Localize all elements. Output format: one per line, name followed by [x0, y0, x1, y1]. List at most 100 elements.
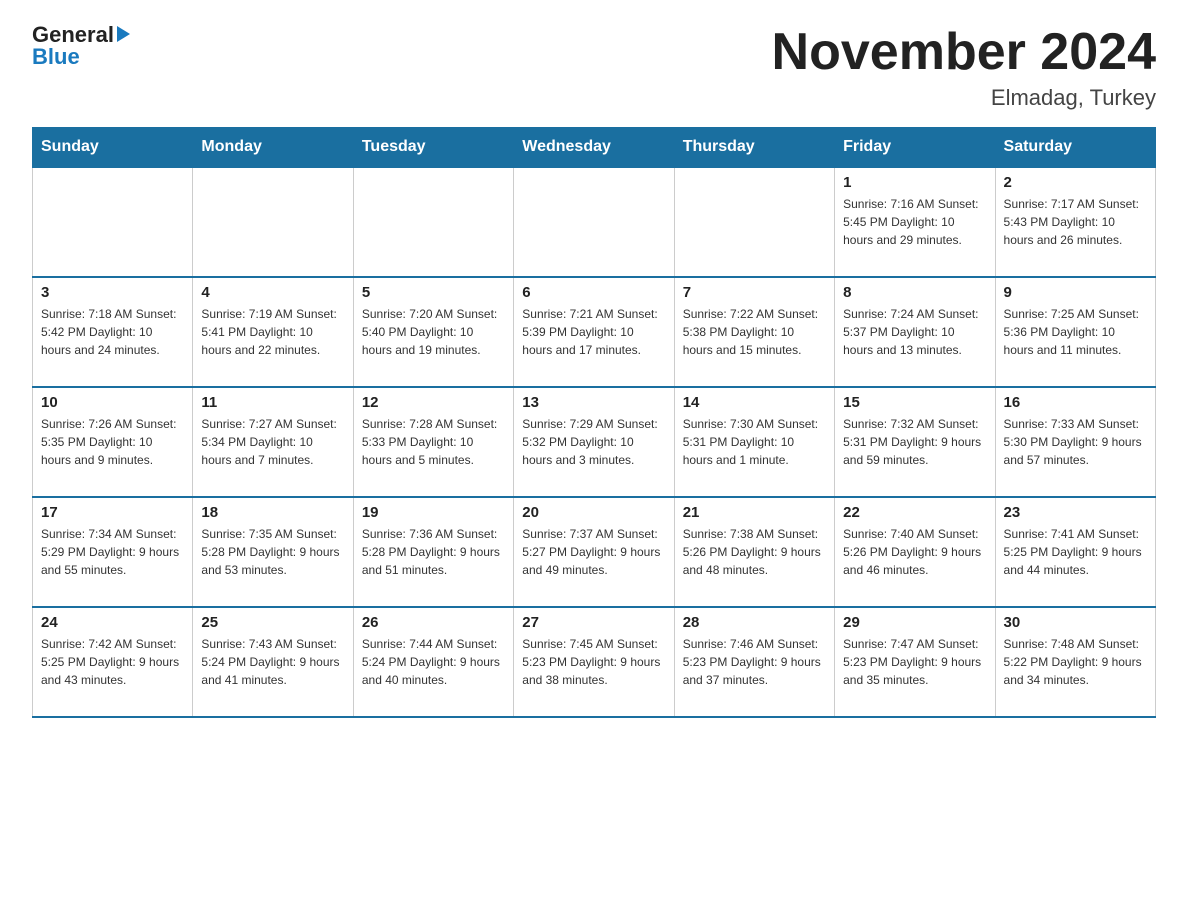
calendar-cell: 26Sunrise: 7:44 AM Sunset: 5:24 PM Dayli… — [353, 607, 513, 717]
calendar-cell: 15 Sunrise: 7:32 AM Sunset: 5:31 PM Dayli… — [835, 387, 995, 497]
calendar-header-row: SundayMondayTuesdayWednesdayThursdayFrid… — [33, 128, 1156, 168]
day-info: Sunrise: 7:20 AM Sunset: 5:40 PM Dayligh… — [362, 305, 505, 359]
day-info: Sunrise: 7:36 AM Sunset: 5:28 PM Dayligh… — [362, 525, 505, 579]
day-of-week-header: Saturday — [995, 128, 1155, 168]
day-info: Sunrise: 7:17 AM Sunset: 5:43 PM Dayligh… — [1004, 195, 1147, 249]
day-number: 7 — [683, 284, 826, 301]
calendar-cell: 27 Sunrise: 7:45 AM Sunset: 5:23 PM Dayli… — [514, 607, 674, 717]
day-info: Sunrise: 7:34 AM Sunset: 5:29 PM Dayligh… — [41, 525, 184, 579]
calendar-cell: 4 Sunrise: 7:19 AM Sunset: 5:41 PM Daylig… — [193, 277, 353, 387]
day-number: 3 — [41, 284, 184, 301]
day-info: Sunrise: 7:30 AM Sunset: 5:31 PM Dayligh… — [683, 415, 826, 469]
day-number: 20 — [522, 504, 665, 521]
day-of-week-header: Sunday — [33, 128, 193, 168]
day-info: Sunrise: 7:37 AM Sunset: 5:27 PM Dayligh… — [522, 525, 665, 579]
calendar-cell: 2 Sunrise: 7:17 AM Sunset: 5:43 PM Daylig… — [995, 167, 1155, 277]
day-info: Sunrise: 7:19 AM Sunset: 5:41 PM Dayligh… — [201, 305, 344, 359]
calendar-cell: 24Sunrise: 7:42 AM Sunset: 5:25 PM Dayli… — [33, 607, 193, 717]
calendar-cell: 6 Sunrise: 7:21 AM Sunset: 5:39 PM Daylig… — [514, 277, 674, 387]
calendar-cell: 14 Sunrise: 7:30 AM Sunset: 5:31 PM Dayli… — [674, 387, 834, 497]
day-number: 26 — [362, 614, 505, 631]
logo-blue-text: Blue — [32, 44, 80, 70]
calendar-cell: 5 Sunrise: 7:20 AM Sunset: 5:40 PM Daylig… — [353, 277, 513, 387]
day-of-week-header: Tuesday — [353, 128, 513, 168]
logo: General Blue — [32, 24, 130, 70]
day-number: 14 — [683, 394, 826, 411]
day-info: Sunrise: 7:47 AM Sunset: 5:23 PM Dayligh… — [843, 635, 986, 689]
day-info: Sunrise: 7:33 AM Sunset: 5:30 PM Dayligh… — [1004, 415, 1147, 469]
day-number: 11 — [201, 394, 344, 411]
calendar-cell: 9 Sunrise: 7:25 AM Sunset: 5:36 PM Daylig… — [995, 277, 1155, 387]
calendar-week-row: 24Sunrise: 7:42 AM Sunset: 5:25 PM Dayli… — [33, 607, 1156, 717]
day-info: Sunrise: 7:22 AM Sunset: 5:38 PM Dayligh… — [683, 305, 826, 359]
day-number: 23 — [1004, 504, 1147, 521]
calendar-cell — [33, 167, 193, 277]
calendar-cell: 1Sunrise: 7:16 AM Sunset: 5:45 PM Daylig… — [835, 167, 995, 277]
calendar-cell — [514, 167, 674, 277]
day-number: 21 — [683, 504, 826, 521]
page-title: November 2024 — [772, 24, 1156, 81]
calendar-cell: 28Sunrise: 7:46 AM Sunset: 5:23 PM Dayli… — [674, 607, 834, 717]
calendar-cell: 19 Sunrise: 7:36 AM Sunset: 5:28 PM Dayli… — [353, 497, 513, 607]
day-number: 22 — [843, 504, 986, 521]
calendar-cell: 17 Sunrise: 7:34 AM Sunset: 5:29 PM Dayli… — [33, 497, 193, 607]
calendar-cell — [674, 167, 834, 277]
day-number: 15 — [843, 394, 986, 411]
calendar-week-row: 1Sunrise: 7:16 AM Sunset: 5:45 PM Daylig… — [33, 167, 1156, 277]
day-number: 9 — [1004, 284, 1147, 301]
day-number: 2 — [1004, 174, 1147, 191]
day-info: Sunrise: 7:26 AM Sunset: 5:35 PM Dayligh… — [41, 415, 184, 469]
calendar-week-row: 17 Sunrise: 7:34 AM Sunset: 5:29 PM Dayli… — [33, 497, 1156, 607]
calendar-cell — [193, 167, 353, 277]
calendar-cell: 20 Sunrise: 7:37 AM Sunset: 5:27 PM Dayli… — [514, 497, 674, 607]
day-info: Sunrise: 7:35 AM Sunset: 5:28 PM Dayligh… — [201, 525, 344, 579]
day-info: Sunrise: 7:43 AM Sunset: 5:24 PM Dayligh… — [201, 635, 344, 689]
day-number: 30 — [1004, 614, 1147, 631]
calendar-cell: 10 Sunrise: 7:26 AM Sunset: 5:35 PM Dayli… — [33, 387, 193, 497]
calendar-cell: 18Sunrise: 7:35 AM Sunset: 5:28 PM Dayli… — [193, 497, 353, 607]
day-number: 12 — [362, 394, 505, 411]
day-number: 10 — [41, 394, 184, 411]
calendar-cell: 12 Sunrise: 7:28 AM Sunset: 5:33 PM Dayli… — [353, 387, 513, 497]
day-info: Sunrise: 7:25 AM Sunset: 5:36 PM Dayligh… — [1004, 305, 1147, 359]
day-of-week-header: Monday — [193, 128, 353, 168]
calendar-cell: 22 Sunrise: 7:40 AM Sunset: 5:26 PM Dayli… — [835, 497, 995, 607]
day-number: 4 — [201, 284, 344, 301]
day-info: Sunrise: 7:18 AM Sunset: 5:42 PM Dayligh… — [41, 305, 184, 359]
day-number: 8 — [843, 284, 986, 301]
calendar-cell: 25 Sunrise: 7:43 AM Sunset: 5:24 PM Dayli… — [193, 607, 353, 717]
calendar-cell: 16 Sunrise: 7:33 AM Sunset: 5:30 PM Dayli… — [995, 387, 1155, 497]
page-header: General Blue November 2024 Elmadag, Turk… — [32, 24, 1156, 111]
day-number: 17 — [41, 504, 184, 521]
day-of-week-header: Thursday — [674, 128, 834, 168]
logo-general-text: General — [32, 24, 114, 46]
day-info: Sunrise: 7:24 AM Sunset: 5:37 PM Dayligh… — [843, 305, 986, 359]
day-number: 29 — [843, 614, 986, 631]
day-number: 16 — [1004, 394, 1147, 411]
calendar-cell: 8 Sunrise: 7:24 AM Sunset: 5:37 PM Daylig… — [835, 277, 995, 387]
calendar-cell: 11Sunrise: 7:27 AM Sunset: 5:34 PM Dayli… — [193, 387, 353, 497]
day-number: 6 — [522, 284, 665, 301]
day-number: 19 — [362, 504, 505, 521]
day-info: Sunrise: 7:28 AM Sunset: 5:33 PM Dayligh… — [362, 415, 505, 469]
day-info: Sunrise: 7:45 AM Sunset: 5:23 PM Dayligh… — [522, 635, 665, 689]
calendar-week-row: 3 Sunrise: 7:18 AM Sunset: 5:42 PM Daylig… — [33, 277, 1156, 387]
day-number: 27 — [522, 614, 665, 631]
day-number: 13 — [522, 394, 665, 411]
day-info: Sunrise: 7:32 AM Sunset: 5:31 PM Dayligh… — [843, 415, 986, 469]
day-info: Sunrise: 7:29 AM Sunset: 5:32 PM Dayligh… — [522, 415, 665, 469]
calendar-cell: 30Sunrise: 7:48 AM Sunset: 5:22 PM Dayli… — [995, 607, 1155, 717]
day-info: Sunrise: 7:16 AM Sunset: 5:45 PM Dayligh… — [843, 195, 986, 249]
day-info: Sunrise: 7:41 AM Sunset: 5:25 PM Dayligh… — [1004, 525, 1147, 579]
day-number: 25 — [201, 614, 344, 631]
day-of-week-header: Friday — [835, 128, 995, 168]
calendar-week-row: 10 Sunrise: 7:26 AM Sunset: 5:35 PM Dayli… — [33, 387, 1156, 497]
calendar-cell: 7 Sunrise: 7:22 AM Sunset: 5:38 PM Daylig… — [674, 277, 834, 387]
calendar-cell: 13 Sunrise: 7:29 AM Sunset: 5:32 PM Dayli… — [514, 387, 674, 497]
day-number: 5 — [362, 284, 505, 301]
day-info: Sunrise: 7:21 AM Sunset: 5:39 PM Dayligh… — [522, 305, 665, 359]
day-info: Sunrise: 7:38 AM Sunset: 5:26 PM Dayligh… — [683, 525, 826, 579]
day-info: Sunrise: 7:46 AM Sunset: 5:23 PM Dayligh… — [683, 635, 826, 689]
day-info: Sunrise: 7:40 AM Sunset: 5:26 PM Dayligh… — [843, 525, 986, 579]
calendar-cell: 29 Sunrise: 7:47 AM Sunset: 5:23 PM Dayli… — [835, 607, 995, 717]
